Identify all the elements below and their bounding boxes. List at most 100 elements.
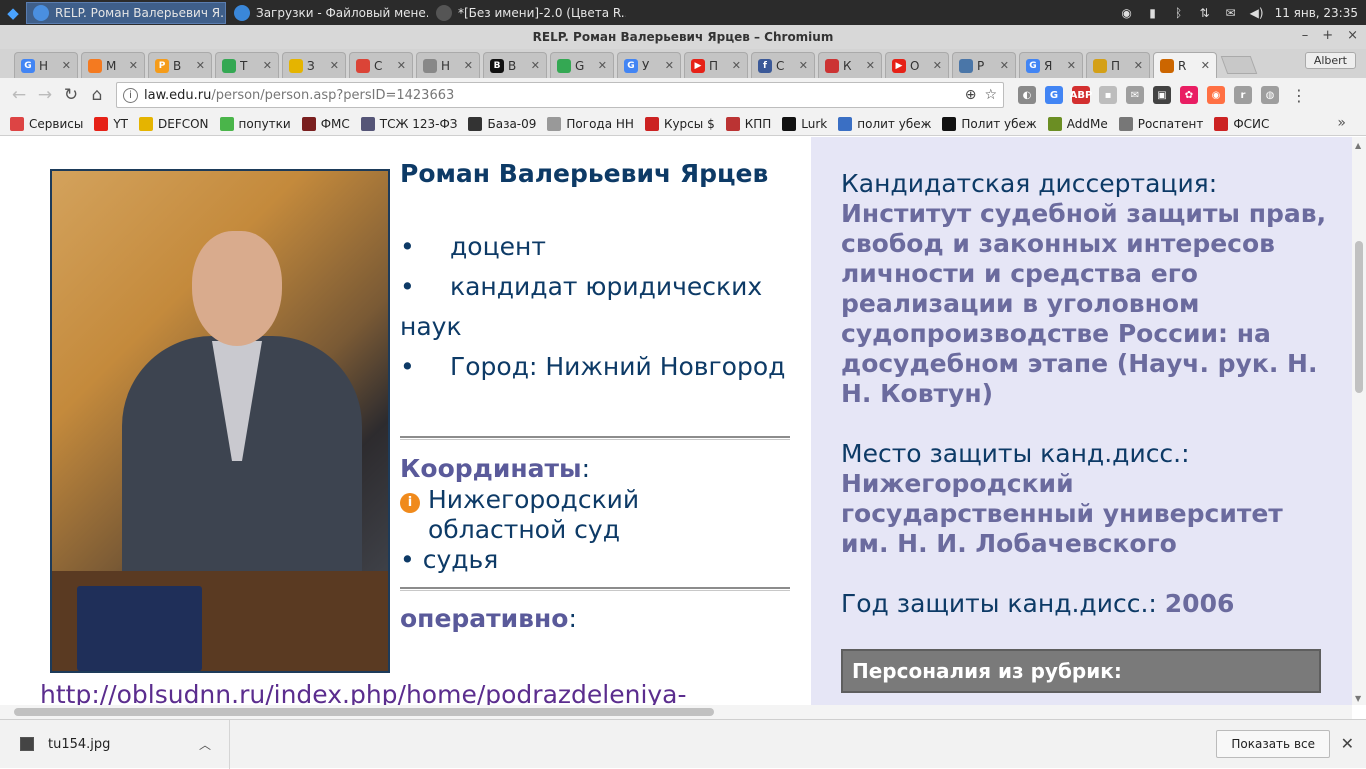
browser-tab[interactable]: R ✕	[1153, 52, 1217, 78]
browser-tab[interactable]: G ✕	[550, 52, 614, 78]
browser-tab[interactable]: B В ✕	[483, 52, 547, 78]
chromium-tray-icon[interactable]: ◉	[1119, 5, 1135, 21]
mail-icon[interactable]: ✉	[1223, 5, 1239, 21]
mail-extension-icon[interactable]: ✉	[1126, 86, 1144, 104]
bookmark-item[interactable]: YT	[94, 116, 128, 131]
browser-tab[interactable]: Н ✕	[416, 52, 480, 78]
browser-tab[interactable]: Т ✕	[215, 52, 279, 78]
browser-tab[interactable]: К ✕	[818, 52, 882, 78]
bookmark-item[interactable]: попутки	[219, 116, 291, 131]
close-tab-icon[interactable]: ✕	[1067, 59, 1076, 72]
court-link[interactable]: http://oblsudnn.ru/index.php/home/podraz…	[40, 680, 687, 705]
bookmark-item[interactable]: Погода НН	[547, 116, 634, 131]
close-tab-icon[interactable]: ✕	[397, 59, 406, 72]
extension-icon[interactable]: ◍	[1261, 86, 1279, 104]
browser-tab[interactable]: G Я ✕	[1019, 52, 1083, 78]
bookmark-item[interactable]: Lurk	[782, 116, 827, 131]
bookmark-item[interactable]: Роспатент	[1118, 116, 1203, 131]
close-window-button[interactable]: ×	[1347, 28, 1358, 43]
taskbar-window-button[interactable]: *[Без имени]-2.0 (Цвета R...	[430, 2, 626, 24]
close-tab-icon[interactable]: ✕	[129, 59, 138, 72]
show-all-button[interactable]: Показать все	[1216, 730, 1330, 758]
start-menu-icon[interactable]: ◆	[0, 0, 26, 25]
browser-tab[interactable]: З ✕	[282, 52, 346, 78]
bookmark-item[interactable]: Курсы $	[644, 116, 715, 131]
close-tab-icon[interactable]: ✕	[598, 59, 607, 72]
bookmark-item[interactable]: База-09	[468, 116, 536, 131]
site-info-icon[interactable]: i	[123, 87, 138, 103]
adblock-icon[interactable]: ABP	[1070, 86, 1092, 104]
horizontal-scrollbar[interactable]	[0, 705, 1352, 719]
close-tab-icon[interactable]: ✕	[330, 59, 339, 72]
new-tab-button[interactable]	[1220, 56, 1258, 74]
network-icon[interactable]: ⇅	[1197, 5, 1213, 21]
close-tab-icon[interactable]: ✕	[464, 59, 473, 72]
browser-tab[interactable]: ▶ О ✕	[885, 52, 949, 78]
close-tab-icon[interactable]: ✕	[665, 59, 674, 72]
minimize-button[interactable]: –	[1302, 28, 1309, 43]
close-tab-icon[interactable]: ✕	[531, 59, 540, 72]
browser-tab[interactable]: С ✕	[349, 52, 413, 78]
scrollbar-thumb[interactable]	[14, 708, 714, 716]
zoom-icon[interactable]: ⊕	[965, 87, 977, 103]
extension-icon[interactable]: ▣	[1153, 86, 1171, 104]
chevron-up-icon[interactable]: ︿	[199, 736, 211, 753]
browser-tab[interactable]: G У ✕	[617, 52, 681, 78]
bookmark-item[interactable]: КПП	[725, 116, 771, 131]
close-tab-icon[interactable]: ✕	[196, 59, 205, 72]
close-tab-icon[interactable]: ✕	[933, 59, 942, 72]
maximize-button[interactable]: +	[1322, 28, 1333, 43]
forward-icon[interactable]: →	[32, 82, 58, 108]
extension-icon[interactable]: ✿	[1180, 86, 1198, 104]
bookmark-item[interactable]: DEFCON	[139, 116, 209, 131]
bookmark-star-icon[interactable]: ☆	[984, 87, 997, 103]
bookmark-item[interactable]: AddMe	[1047, 116, 1108, 131]
bookmark-item[interactable]: ФМС	[301, 116, 350, 131]
close-tab-icon[interactable]: ✕	[799, 59, 808, 72]
close-tab-icon[interactable]: ✕	[732, 59, 741, 72]
bluetooth-icon[interactable]: ᛒ	[1171, 5, 1187, 21]
profile-button[interactable]: Albert	[1304, 52, 1356, 69]
volume-icon[interactable]: ◀)	[1249, 5, 1265, 21]
taskbar-window-button[interactable]: Загрузки - Файловый мене...	[228, 2, 428, 24]
home-icon[interactable]: ⌂	[84, 82, 110, 108]
browser-tab[interactable]: ▶ П ✕	[684, 52, 748, 78]
vertical-scrollbar[interactable]: ▲ ▼	[1352, 137, 1366, 705]
browser-tab[interactable]: Р ✕	[952, 52, 1016, 78]
reload-icon[interactable]: ↻	[58, 82, 84, 108]
info-icon[interactable]: i	[400, 493, 420, 513]
battery-icon[interactable]: ▮	[1145, 5, 1161, 21]
bookmark-item[interactable]: Сервисы	[10, 116, 83, 131]
bookmark-item[interactable]: Полит убеж	[942, 116, 1037, 131]
close-tab-icon[interactable]: ✕	[263, 59, 272, 72]
extension-icon[interactable]: ◐	[1018, 86, 1036, 104]
menu-icon[interactable]: ⋮	[1291, 86, 1307, 105]
browser-tab[interactable]: М ✕	[81, 52, 145, 78]
bookmark-item[interactable]: ФСИС	[1214, 116, 1269, 131]
close-icon[interactable]: ✕	[1341, 734, 1354, 753]
close-tab-icon[interactable]: ✕	[866, 59, 875, 72]
taskbar-window-button[interactable]: RELP. Роман Валерьевич Я...	[26, 1, 226, 24]
extension-icon[interactable]: ◉	[1207, 86, 1225, 104]
browser-tab[interactable]: P В ✕	[148, 52, 212, 78]
extension-icon[interactable]: ▪	[1099, 86, 1117, 104]
close-tab-icon[interactable]: ✕	[1000, 59, 1009, 72]
extension-icon[interactable]: r	[1234, 86, 1252, 104]
close-tab-icon[interactable]: ✕	[1201, 59, 1210, 72]
back-icon[interactable]: ←	[6, 82, 32, 108]
clock[interactable]: 11 янв, 23:35	[1275, 6, 1358, 20]
favicon-icon	[423, 58, 437, 73]
bookmark-item[interactable]: ТСЖ 123-ФЗ	[360, 116, 457, 131]
browser-tab[interactable]: П ✕	[1086, 52, 1150, 78]
browser-tab[interactable]: f С ✕	[751, 52, 815, 78]
close-tab-icon[interactable]: ✕	[1134, 59, 1143, 72]
browser-tab[interactable]: G Н ✕	[14, 52, 78, 78]
translate-icon[interactable]: G	[1045, 86, 1063, 104]
more-bookmarks-icon[interactable]: »	[1337, 115, 1346, 131]
bookmark-item[interactable]: полит убеж	[838, 116, 931, 131]
address-bar[interactable]: i law.edu.ru/person/person.asp?persID=14…	[116, 82, 1004, 108]
close-tab-icon[interactable]: ✕	[62, 59, 71, 72]
scrollbar-thumb[interactable]	[1355, 241, 1363, 393]
download-item[interactable]: tu154.jpg ︿	[0, 719, 230, 769]
rubric-header[interactable]: Персоналия из рубрик:	[841, 649, 1321, 693]
